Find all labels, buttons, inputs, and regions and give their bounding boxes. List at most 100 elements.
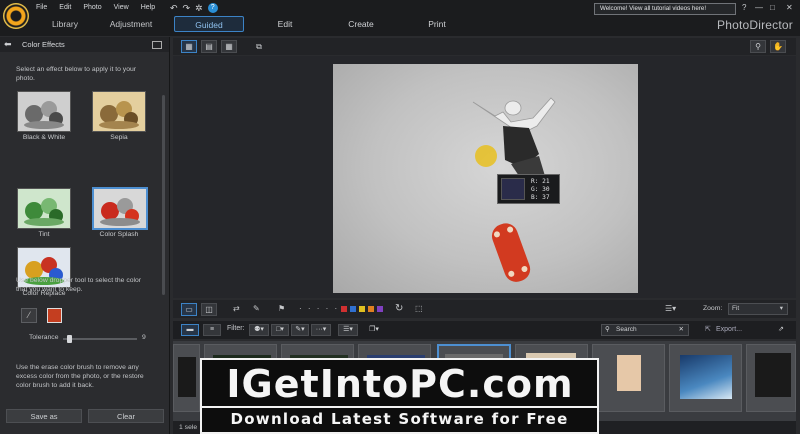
search-input[interactable]: ⚲ Search ✕	[601, 324, 689, 336]
app-logo-icon	[3, 3, 29, 29]
clear-button[interactable]: Clear	[88, 409, 164, 423]
instruction-text: Select an effect below to apply it to yo…	[16, 66, 137, 82]
rating-dots[interactable]: · · · · ·	[299, 303, 339, 315]
effect-sepia-label: Sepia	[110, 134, 128, 141]
effect-color-splash-label: Color Splash	[99, 231, 139, 238]
brush-tool-icon[interactable]: ✎	[253, 303, 260, 315]
zoom-tool-icon[interactable]: ⚲	[750, 40, 766, 53]
redo-icon[interactable]: ↷	[183, 3, 191, 14]
back-arrow-icon[interactable]: ⬅	[4, 39, 16, 50]
watermark-title-suffix: .com	[466, 362, 574, 406]
flag-icon[interactable]: ⚑	[278, 303, 285, 315]
panel-scrollbar[interactable]	[162, 95, 165, 295]
effect-black-white-thumb[interactable]	[17, 91, 71, 132]
film-thumb-1[interactable]	[173, 344, 200, 412]
grid-view-icon[interactable]: ▦	[221, 40, 237, 53]
maximize-button[interactable]: □	[770, 3, 775, 12]
menu-photo[interactable]: Photo	[83, 4, 101, 11]
color-picker-readout: R: 21 G: 30 B: 37	[497, 174, 560, 204]
menu-help[interactable]: Help	[141, 4, 155, 11]
film-thumb-8[interactable]	[669, 344, 742, 412]
color-label-red[interactable]	[341, 306, 347, 312]
watermark-title-box: IGetIntoPC.com	[200, 358, 599, 408]
tolerance-label: Tolerance	[29, 334, 59, 341]
filter-bar: ▬ ≡ Filter: ⚉▾ □▾ ✎▾ ···▾ ☰▾ ❐▾ ⚲ Search…	[173, 321, 796, 339]
menu-file[interactable]: File	[36, 4, 47, 11]
film-thumb-9[interactable]	[746, 344, 796, 412]
viewer-toolbar: ▦ ▤ ▦ ⧉ ⚲ ✋	[173, 38, 796, 55]
menu-edit[interactable]: Edit	[59, 4, 71, 11]
effect-black-white-label: Black & White	[22, 134, 66, 141]
watermark-title: IGetIntoPC	[226, 362, 467, 406]
selected-color-swatch[interactable]	[47, 308, 62, 323]
effect-sepia-thumb[interactable]	[92, 91, 146, 132]
mode-tabs: Library Adjustment	[36, 17, 168, 31]
brush-instruction: Use the erase color brush to remove any …	[16, 364, 144, 389]
compare-mode-icon[interactable]: ▤	[201, 40, 217, 53]
help-icon[interactable]: ?	[207, 3, 218, 13]
flag-filter-icon[interactable]: □▾	[271, 324, 289, 336]
rotate-list-icon[interactable]: ⇄	[233, 303, 240, 315]
tolerance-slider-knob[interactable]	[67, 335, 73, 343]
tab-create[interactable]: Create	[326, 16, 396, 32]
color-label-yellow[interactable]	[359, 306, 365, 312]
edit-toolbar: ▭ ◫ ⇄ ✎ ⚑ · · · · · ↻ ⬚ ☰▾ Zoom: Fit ▾	[173, 300, 796, 318]
list-view-icon[interactable]: ≡	[203, 324, 221, 336]
effect-tint-label: Tint	[38, 231, 50, 238]
color-label-blue[interactable]	[350, 306, 356, 312]
tab-print[interactable]: Print	[402, 16, 472, 32]
undo-icon[interactable]: ↶	[170, 3, 178, 14]
picker-b-value: B: 37	[531, 194, 550, 201]
brush-filter-icon[interactable]: ✎▾	[291, 324, 309, 336]
tolerance-slider[interactable]	[63, 335, 137, 343]
export-button[interactable]: ⇱ Export...	[703, 324, 761, 336]
main-tabs: Guided Edit Create Print	[174, 16, 478, 32]
quick-actions: ↶ ↷ ✲ ?	[170, 3, 218, 14]
main-photo[interactable]	[333, 64, 638, 293]
undock-icon[interactable]	[152, 40, 162, 49]
tab-edit[interactable]: Edit	[250, 16, 320, 32]
rotate-icon[interactable]: ↻	[395, 303, 403, 315]
people-filter-icon[interactable]: ⚉▾	[249, 324, 269, 336]
help-window-button[interactable]: ?	[742, 3, 746, 12]
tab-guided[interactable]: Guided	[174, 16, 244, 32]
share-icon[interactable]: ⇗	[773, 324, 789, 336]
sort-filter-icon[interactable]: ☰▾	[338, 324, 358, 336]
menu-bar: File Edit Photo View Help	[36, 4, 155, 11]
film-thumb-7[interactable]	[592, 344, 665, 412]
clear-search-icon[interactable]: ✕	[679, 325, 684, 335]
title-bar: File Edit Photo View Help Library Adjust…	[0, 0, 800, 36]
eyedropper-icon[interactable]: ⁄	[21, 308, 37, 323]
close-button[interactable]: ✕	[786, 3, 793, 12]
filmstrip-view-icon[interactable]: ▬	[181, 324, 199, 336]
welcome-banner[interactable]: Welcome! View all tutorial videos here!	[594, 3, 736, 15]
minimize-button[interactable]: —	[755, 3, 763, 12]
sort-options-icon[interactable]: ☰▾	[665, 303, 676, 315]
save-as-button[interactable]: Save as	[6, 409, 82, 423]
menu-view[interactable]: View	[114, 4, 129, 11]
brand-name: PhotoDirector	[717, 18, 793, 32]
dropper-instruction: Use below dropper tool to select the col…	[16, 277, 142, 293]
color-label-purple[interactable]	[377, 306, 383, 312]
pan-tool-icon[interactable]: ✋	[770, 40, 786, 53]
tolerance-value: 9	[142, 334, 146, 341]
before-after-icon[interactable]: ◫	[201, 303, 217, 316]
viewer-mode-icon[interactable]: ▦	[181, 40, 197, 53]
chevron-down-icon: ▾	[779, 305, 783, 312]
single-view-icon[interactable]: ▭	[181, 303, 197, 316]
settings-icon[interactable]: ✲	[195, 3, 203, 14]
picker-magnifier	[501, 178, 525, 200]
search-placeholder: Search	[616, 326, 637, 333]
rating-filter-icon[interactable]: ···▾	[311, 324, 331, 336]
export-icon: ⇱	[705, 326, 711, 333]
zoom-dropdown[interactable]: Fit ▾	[728, 303, 788, 315]
effect-color-splash-thumb[interactable]	[92, 187, 148, 230]
crop-icon[interactable]: ⬚	[415, 303, 423, 315]
stack-icon[interactable]: ❐▾	[365, 324, 383, 336]
tab-adjustment[interactable]: Adjustment	[94, 17, 168, 31]
tab-library[interactable]: Library	[36, 17, 94, 31]
color-label-orange[interactable]	[368, 306, 374, 312]
zoom-value: Fit	[732, 305, 740, 312]
second-display-icon[interactable]: ⧉	[251, 40, 267, 53]
effect-tint-thumb[interactable]	[17, 188, 71, 229]
